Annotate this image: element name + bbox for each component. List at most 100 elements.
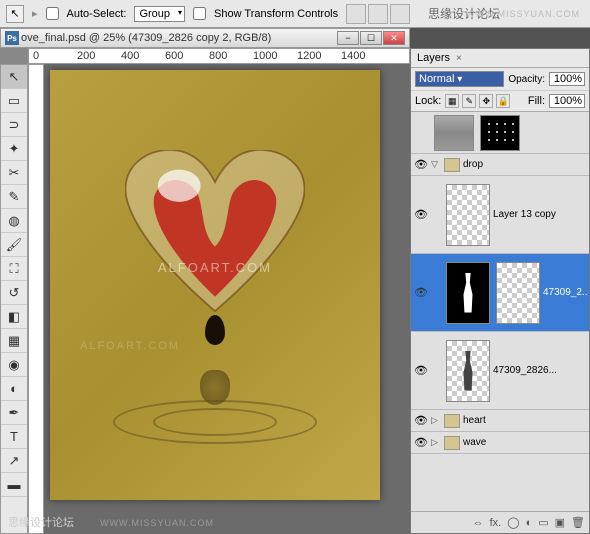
watermark-url: WWW.MISSYUAN.COM [100,518,214,528]
heart-artwork [125,150,305,320]
fx-icon[interactable]: fx. [490,517,502,529]
watermark-url: WWW.MISSYUAN.COM [466,9,580,19]
layers-tab[interactable]: Layers× [411,49,589,68]
layer-name[interactable]: Layer 13 copy [493,209,587,220]
ps-icon: Ps [5,31,19,45]
layer-row[interactable]: 👁 Layer 13 copy [411,176,589,254]
folder-icon [444,158,460,172]
opacity-field[interactable]: 100% [549,72,585,86]
lock-label: Lock: [415,95,441,107]
lock-all-icon[interactable]: 🔒 [496,94,510,108]
blend-mode-select[interactable]: Normal ▾ [415,71,504,87]
pen-tool[interactable]: ✒ [1,401,27,425]
crop-tool[interactable]: ✂ [1,161,27,185]
align-btn[interactable] [368,4,388,24]
text-tool[interactable]: T [1,425,27,449]
layer-name[interactable]: drop [463,159,587,170]
folder-icon [444,414,460,428]
layer-row[interactable]: 👁 47309_2826... [411,332,589,410]
layer-name[interactable]: 47309_2... [543,287,587,298]
layer-thumb[interactable] [434,115,474,151]
layer-list[interactable]: 👁 ▽ drop 👁 Layer 13 copy 👁 47309_2... 👁 … [411,112,589,511]
visibility-icon[interactable]: 👁 [413,157,429,173]
align-btn[interactable] [390,4,410,24]
shape-tool[interactable]: ▬ [1,473,27,497]
link-layers-icon[interactable]: ⇔ [473,517,484,529]
drop-artwork [205,315,225,345]
eraser-tool[interactable]: ◧ [1,305,27,329]
layer-name[interactable]: wave [463,437,587,448]
layer-name[interactable]: 47309_2826... [493,365,587,376]
blur-tool[interactable]: ◉ [1,353,27,377]
move-tool-icon[interactable]: ↖ [6,5,24,23]
close-tab-icon[interactable]: × [456,53,462,64]
fill-label: Fill: [528,95,545,107]
ripple-artwork [85,380,345,460]
expand-icon[interactable]: ▷ [431,437,441,448]
stamp-tool[interactable]: ⛶ [1,257,27,281]
minimize-button[interactable]: − [337,31,359,45]
visibility-icon[interactable]: 👁 [413,207,429,223]
show-transform-label: Show Transform Controls [214,8,338,20]
expand-icon[interactable]: ▽ [431,159,441,170]
visibility-icon[interactable]: 👁 [413,413,429,429]
align-btn[interactable] [346,4,366,24]
visibility-icon[interactable]: 👁 [413,363,429,379]
auto-select-dropdown[interactable]: Group [134,6,185,22]
document-window: Ps ove_final.psd @ 25% (47309_2826 copy … [0,28,410,534]
canvas-watermark: ALFOART.COM [80,340,180,352]
eyedropper-tool[interactable]: ✎ [1,185,27,209]
lock-position-icon[interactable]: ✥ [479,94,493,108]
layer-row-selected[interactable]: 👁 47309_2... [411,254,589,332]
heal-tool[interactable]: ◍ [1,209,27,233]
group-row[interactable]: 👁 ▽ drop [411,154,589,176]
visibility-icon[interactable] [413,125,429,141]
lasso-tool[interactable]: ⊃ [1,113,27,137]
canvas-area[interactable]: ALFOART.COM ALFOART.COM [44,64,410,534]
new-layer-icon[interactable]: ▣ [555,516,565,529]
layers-footer: ⇔ fx. ◯ ◐ ▭ ▣ 🗑 [411,511,589,533]
layer-thumb[interactable] [446,262,490,324]
move-tool[interactable]: ↖ [1,65,27,89]
watermark-cn: 思缘设计论坛 [8,514,74,530]
wand-tool[interactable]: ✦ [1,137,27,161]
mask-thumb[interactable] [480,115,520,151]
fill-field[interactable]: 100% [549,94,585,108]
layer-name[interactable]: heart [463,415,587,426]
dodge-tool[interactable]: ◐ [1,377,27,401]
mask-icon[interactable]: ◯ [507,516,519,529]
align-buttons [346,4,410,24]
auto-select-checkbox[interactable] [46,7,59,20]
canvas[interactable]: ALFOART.COM ALFOART.COM [50,70,380,500]
opacity-label: Opacity: [508,74,545,85]
toolbox: ↖ ▭ ⊃ ✦ ✂ ✎ ◍ 🖌 ⛶ ↺ ◧ ▦ ◉ ◐ ✒ T ↗ ▬ [0,64,28,534]
group-row[interactable]: 👁 ▷ heart [411,410,589,432]
canvas-watermark: ALFOART.COM [158,260,272,275]
visibility-icon[interactable]: 👁 [413,435,429,451]
layer-thumb[interactable] [446,340,490,402]
history-tool[interactable]: ↺ [1,281,27,305]
lock-pixels-icon[interactable]: ✎ [462,94,476,108]
layers-panel: Layers× Normal ▾ Opacity: 100% Lock: ▦ ✎… [410,48,590,534]
layer-thumb[interactable] [446,184,490,246]
new-group-icon[interactable]: ▭ [538,516,548,529]
maximize-button[interactable]: ☐ [360,31,382,45]
close-button[interactable]: ✕ [383,31,405,45]
brush-tool[interactable]: 🖌 [1,233,27,257]
path-tool[interactable]: ↗ [1,449,27,473]
folder-icon [444,436,460,450]
show-transform-checkbox[interactable] [193,7,206,20]
layer-row[interactable] [411,112,589,154]
expand-icon[interactable]: ▷ [431,415,441,426]
ruler-horizontal[interactable]: 0 200 400 600 800 1000 1200 1400 [28,48,410,64]
mask-thumb[interactable] [496,262,540,324]
trash-icon[interactable]: 🗑 [571,516,585,529]
lock-transparency-icon[interactable]: ▦ [445,94,459,108]
document-titlebar[interactable]: Ps ove_final.psd @ 25% (47309_2826 copy … [0,28,410,48]
visibility-icon[interactable]: 👁 [413,285,429,301]
ruler-vertical[interactable] [28,64,44,534]
group-row[interactable]: 👁 ▷ wave [411,432,589,454]
adjustment-icon[interactable]: ◐ [526,517,533,529]
gradient-tool[interactable]: ▦ [1,329,27,353]
marquee-tool[interactable]: ▭ [1,89,27,113]
